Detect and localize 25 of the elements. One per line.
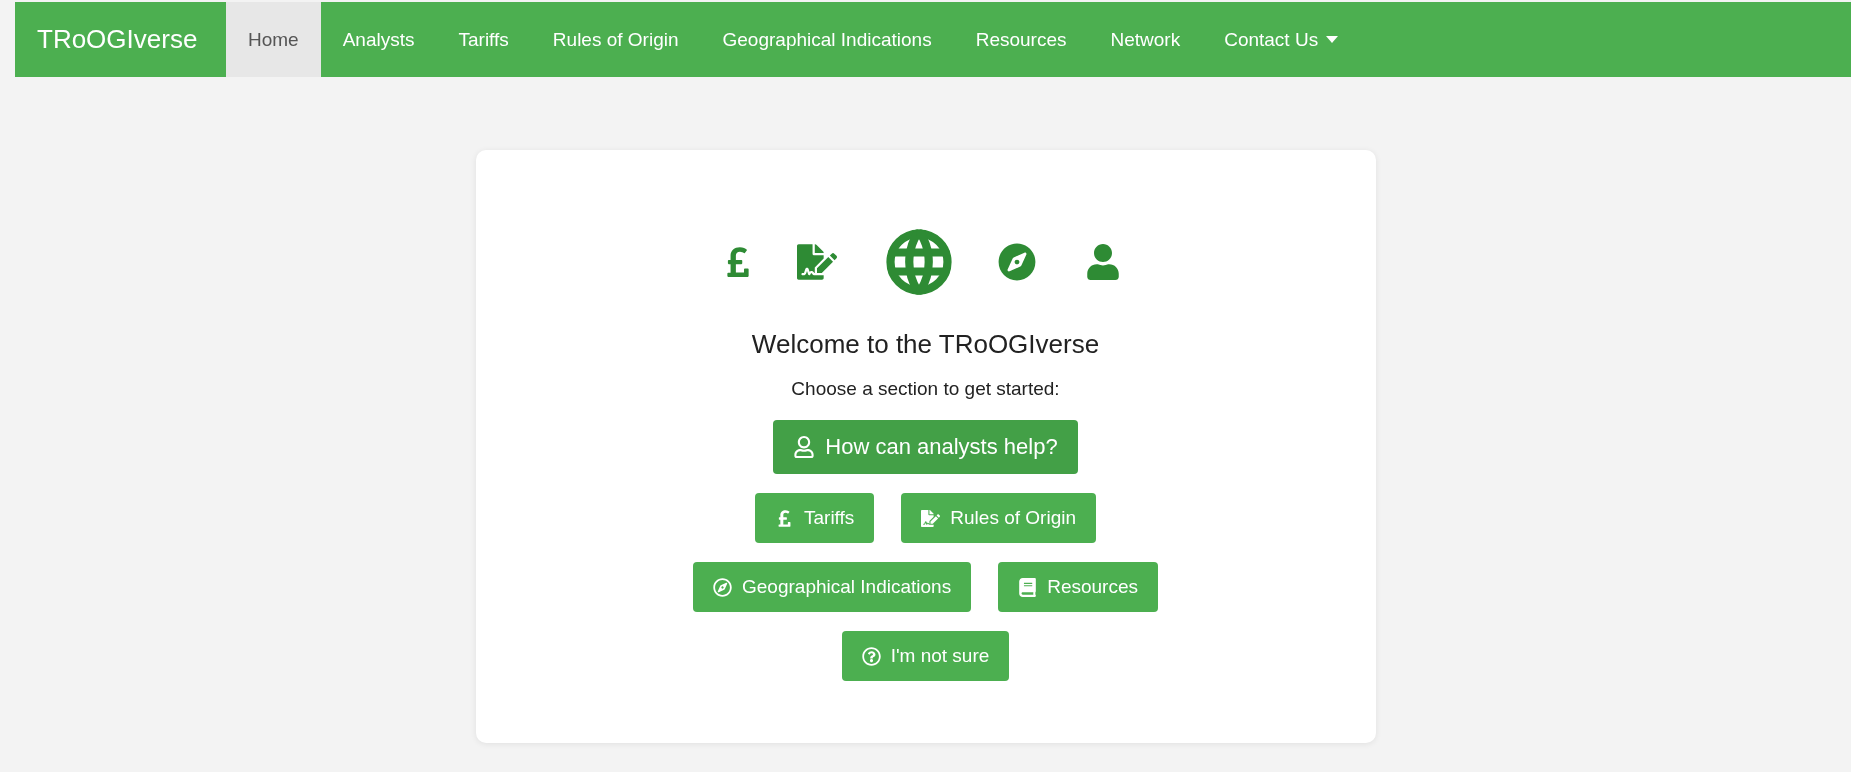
welcome-title: Welcome to the TRoOGIverse — [751, 329, 1100, 360]
nav-link[interactable]: Resources — [953, 2, 1089, 77]
nav-link[interactable]: Rules of Origin — [530, 2, 701, 77]
section-button[interactable]: How can analysts help? — [773, 420, 1078, 474]
section-button[interactable]: Geographical Indications — [693, 562, 972, 612]
book-icon — [1018, 577, 1038, 597]
nav-link[interactable]: Contact Us — [1202, 2, 1361, 77]
user-icon — [793, 436, 816, 458]
nav-link[interactable]: Home — [226, 2, 321, 77]
welcome-subtitle: Choose a section to get started: — [791, 378, 1060, 400]
question-icon — [861, 646, 881, 666]
brand-link[interactable]: TRoOGIverse — [15, 2, 226, 77]
user-icon — [1084, 244, 1121, 280]
nav-link[interactable]: Tariffs — [436, 2, 531, 77]
section-button[interactable]: I'm not sure — [841, 631, 1010, 681]
compass-icon — [997, 243, 1036, 281]
nav-link[interactable]: Geographical Indications — [700, 2, 954, 77]
nav-link[interactable]: Network — [1088, 2, 1203, 77]
nav-link[interactable]: Analysts — [320, 2, 437, 77]
file-signature-icon — [796, 242, 837, 282]
compass-icon — [713, 577, 732, 597]
section-button[interactable]: Rules of Origin — [901, 493, 1096, 543]
file-signature-icon — [921, 508, 941, 528]
section-button[interactable]: Tariffs — [755, 493, 875, 543]
section-button[interactable]: Resources — [998, 562, 1158, 612]
